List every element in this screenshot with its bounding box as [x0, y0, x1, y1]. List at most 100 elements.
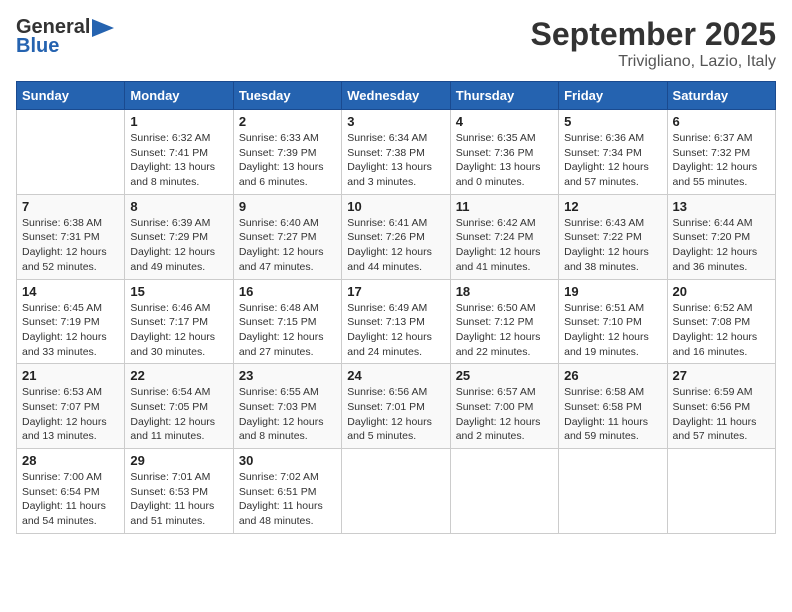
- day-number: 29: [130, 453, 227, 468]
- calendar-cell: [17, 110, 125, 195]
- calendar-week-4: 28Sunrise: 7:00 AMSunset: 6:54 PMDayligh…: [17, 449, 776, 534]
- day-info: Sunrise: 6:59 AMSunset: 6:56 PMDaylight:…: [673, 385, 770, 444]
- day-number: 26: [564, 368, 661, 383]
- calendar-cell: 7 Sunrise: 6:38 AMSunset: 7:31 PMDaylight…: [17, 194, 125, 279]
- day-info: Sunrise: 6:38 AMSunset: 7:31 PMDaylight:…: [22, 216, 119, 275]
- calendar-cell: [559, 449, 667, 534]
- day-number: 24: [347, 368, 444, 383]
- calendar-cell: 13 Sunrise: 6:44 AMSunset: 7:20 PMDayligh…: [667, 194, 775, 279]
- calendar-cell: 3Sunrise: 6:34 AMSunset: 7:38 PMDaylight…: [342, 110, 450, 195]
- day-info: Sunrise: 6:46 AMSunset: 7:17 PMDaylight:…: [130, 301, 227, 360]
- day-number: 13: [673, 199, 770, 214]
- calendar-cell: 12 Sunrise: 6:43 AMSunset: 7:22 PMDayligh…: [559, 194, 667, 279]
- day-number: 27: [673, 368, 770, 383]
- day-info: Sunrise: 6:50 AMSunset: 7:12 PMDaylight:…: [456, 301, 553, 360]
- location: Trivigliano, Lazio, Italy: [531, 53, 776, 71]
- day-number: 3: [347, 114, 444, 129]
- logo-icon: [92, 19, 114, 37]
- day-info: Sunrise: 6:54 AMSunset: 7:05 PMDaylight:…: [130, 385, 227, 444]
- day-info: Sunrise: 6:32 AMSunset: 7:41 PMDaylight:…: [130, 131, 227, 190]
- calendar-cell: 27 Sunrise: 6:59 AMSunset: 6:56 PMDayligh…: [667, 364, 775, 449]
- header-monday: Monday: [125, 82, 233, 110]
- calendar-cell: 4Sunrise: 6:35 AMSunset: 7:36 PMDaylight…: [450, 110, 558, 195]
- day-number: 9: [239, 199, 336, 214]
- calendar-cell: 28Sunrise: 7:00 AMSunset: 6:54 PMDayligh…: [17, 449, 125, 534]
- day-info: Sunrise: 6:51 AMSunset: 7:10 PMDaylight:…: [564, 301, 661, 360]
- day-number: 1: [130, 114, 227, 129]
- calendar-cell: 6Sunrise: 6:37 AMSunset: 7:32 PMDaylight…: [667, 110, 775, 195]
- day-number: 17: [347, 284, 444, 299]
- calendar-week-3: 21 Sunrise: 6:53 AMSunset: 7:07 PMDayligh…: [17, 364, 776, 449]
- calendar-cell: 20 Sunrise: 6:52 AMSunset: 7:08 PMDayligh…: [667, 279, 775, 364]
- calendar-cell: 8Sunrise: 6:39 AMSunset: 7:29 PMDaylight…: [125, 194, 233, 279]
- day-info: Sunrise: 6:43 AMSunset: 7:22 PMDaylight:…: [564, 216, 661, 275]
- calendar-cell: 22 Sunrise: 6:54 AMSunset: 7:05 PMDayligh…: [125, 364, 233, 449]
- header-saturday: Saturday: [667, 82, 775, 110]
- day-number: 12: [564, 199, 661, 214]
- calendar-cell: [667, 449, 775, 534]
- calendar-cell: 10 Sunrise: 6:41 AMSunset: 7:26 PMDayligh…: [342, 194, 450, 279]
- calendar-week-2: 14Sunrise: 6:45 AMSunset: 7:19 PMDayligh…: [17, 279, 776, 364]
- day-number: 22: [130, 368, 227, 383]
- calendar-cell: 24 Sunrise: 6:56 AMSunset: 7:01 PMDayligh…: [342, 364, 450, 449]
- header-friday: Friday: [559, 82, 667, 110]
- calendar-cell: 30 Sunrise: 7:02 AMSunset: 6:51 PMDayligh…: [233, 449, 341, 534]
- day-info: Sunrise: 6:44 AMSunset: 7:20 PMDaylight:…: [673, 216, 770, 275]
- day-number: 23: [239, 368, 336, 383]
- calendar-cell: 26 Sunrise: 6:58 AMSunset: 6:58 PMDayligh…: [559, 364, 667, 449]
- days-header-row: Sunday Monday Tuesday Wednesday Thursday…: [17, 82, 776, 110]
- calendar-cell: [450, 449, 558, 534]
- header-tuesday: Tuesday: [233, 82, 341, 110]
- day-info: Sunrise: 6:52 AMSunset: 7:08 PMDaylight:…: [673, 301, 770, 360]
- calendar-cell: 18 Sunrise: 6:50 AMSunset: 7:12 PMDayligh…: [450, 279, 558, 364]
- calendar-cell: 19Sunrise: 6:51 AMSunset: 7:10 PMDayligh…: [559, 279, 667, 364]
- day-number: 11: [456, 199, 553, 214]
- day-number: 15: [130, 284, 227, 299]
- day-number: 30: [239, 453, 336, 468]
- calendar-cell: [342, 449, 450, 534]
- calendar-week-1: 7 Sunrise: 6:38 AMSunset: 7:31 PMDaylight…: [17, 194, 776, 279]
- calendar-week-0: 1 Sunrise: 6:32 AMSunset: 7:41 PMDaylight…: [17, 110, 776, 195]
- calendar-cell: 25 Sunrise: 6:57 AMSunset: 7:00 PMDayligh…: [450, 364, 558, 449]
- day-number: 28: [22, 453, 119, 468]
- calendar-cell: 21 Sunrise: 6:53 AMSunset: 7:07 PMDayligh…: [17, 364, 125, 449]
- day-info: Sunrise: 6:42 AMSunset: 7:24 PMDaylight:…: [456, 216, 553, 275]
- day-info: Sunrise: 6:39 AMSunset: 7:29 PMDaylight:…: [130, 216, 227, 275]
- day-info: Sunrise: 6:58 AMSunset: 6:58 PMDaylight:…: [564, 385, 661, 444]
- day-number: 2: [239, 114, 336, 129]
- logo-blue: Blue: [16, 35, 59, 58]
- day-info: Sunrise: 6:36 AMSunset: 7:34 PMDaylight:…: [564, 131, 661, 190]
- day-number: 4: [456, 114, 553, 129]
- day-number: 25: [456, 368, 553, 383]
- day-number: 10: [347, 199, 444, 214]
- calendar-cell: 9 Sunrise: 6:40 AMSunset: 7:27 PMDaylight…: [233, 194, 341, 279]
- day-info: Sunrise: 6:37 AMSunset: 7:32 PMDaylight:…: [673, 131, 770, 190]
- day-info: Sunrise: 6:41 AMSunset: 7:26 PMDaylight:…: [347, 216, 444, 275]
- page-header: General Blue September 2025 Trivigliano,…: [16, 16, 776, 71]
- day-number: 14: [22, 284, 119, 299]
- month-title: September 2025 Trivigliano, Lazio, Italy: [531, 16, 776, 71]
- calendar-cell: 11 Sunrise: 6:42 AMSunset: 7:24 PMDayligh…: [450, 194, 558, 279]
- calendar-cell: 15 Sunrise: 6:46 AMSunset: 7:17 PMDayligh…: [125, 279, 233, 364]
- day-number: 20: [673, 284, 770, 299]
- calendar-table: Sunday Monday Tuesday Wednesday Thursday…: [16, 81, 776, 534]
- calendar-cell: 29 Sunrise: 7:01 AMSunset: 6:53 PMDayligh…: [125, 449, 233, 534]
- day-info: Sunrise: 6:55 AMSunset: 7:03 PMDaylight:…: [239, 385, 336, 444]
- calendar-cell: 23 Sunrise: 6:55 AMSunset: 7:03 PMDayligh…: [233, 364, 341, 449]
- day-info: Sunrise: 6:40 AMSunset: 7:27 PMDaylight:…: [239, 216, 336, 275]
- calendar-cell: 5Sunrise: 6:36 AMSunset: 7:34 PMDaylight…: [559, 110, 667, 195]
- logo: General Blue: [16, 16, 114, 58]
- day-number: 21: [22, 368, 119, 383]
- calendar-cell: 2Sunrise: 6:33 AMSunset: 7:39 PMDaylight…: [233, 110, 341, 195]
- day-number: 7: [22, 199, 119, 214]
- day-info: Sunrise: 6:57 AMSunset: 7:00 PMDaylight:…: [456, 385, 553, 444]
- calendar-cell: 14Sunrise: 6:45 AMSunset: 7:19 PMDayligh…: [17, 279, 125, 364]
- day-info: Sunrise: 6:56 AMSunset: 7:01 PMDaylight:…: [347, 385, 444, 444]
- calendar-cell: 17Sunrise: 6:49 AMSunset: 7:13 PMDayligh…: [342, 279, 450, 364]
- day-number: 18: [456, 284, 553, 299]
- day-info: Sunrise: 7:01 AMSunset: 6:53 PMDaylight:…: [130, 470, 227, 529]
- day-info: Sunrise: 6:48 AMSunset: 7:15 PMDaylight:…: [239, 301, 336, 360]
- day-info: Sunrise: 7:02 AMSunset: 6:51 PMDaylight:…: [239, 470, 336, 529]
- day-info: Sunrise: 6:53 AMSunset: 7:07 PMDaylight:…: [22, 385, 119, 444]
- header-sunday: Sunday: [17, 82, 125, 110]
